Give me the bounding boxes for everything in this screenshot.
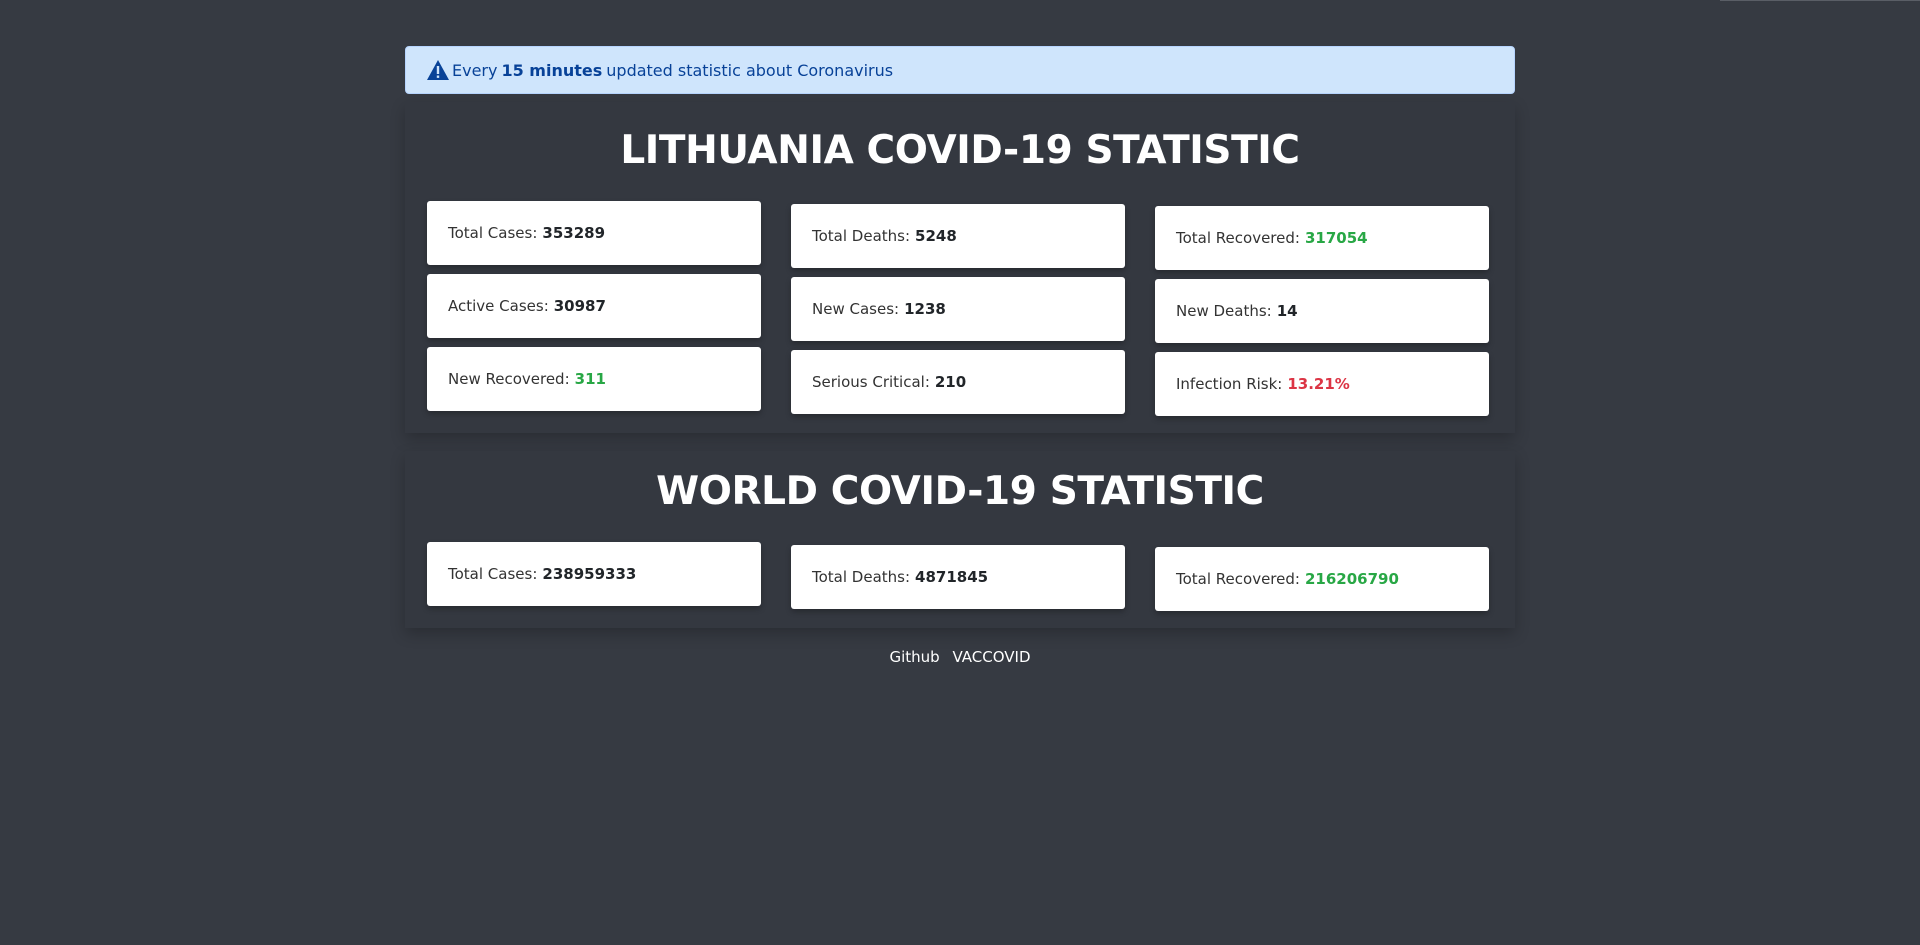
footer: Github VACCOVID <box>405 648 1515 666</box>
warning-triangle-icon <box>426 59 452 81</box>
stat-value: 216206790 <box>1304 570 1399 588</box>
stat-card-total-deaths: Total Deaths: 5248 <box>791 204 1125 268</box>
vaccovid-link[interactable]: VACCOVID <box>952 648 1030 666</box>
stat-label: Serious Critical: <box>812 373 930 391</box>
world-title: WORLD COVID-19 STATISTIC <box>656 469 1264 514</box>
stat-value: 30987 <box>553 297 606 315</box>
stat-value: 353289 <box>542 224 606 242</box>
stat-card-infection-risk: Infection Risk: 13.21% <box>1155 352 1489 416</box>
stat-card-serious-critical: Serious Critical: 210 <box>791 350 1125 414</box>
stat-label: New Recovered: <box>448 370 570 388</box>
lithuania-stats-grid: Total Cases: 353289 Total Deaths: 5248 T… <box>427 201 1493 416</box>
world-stats-grid: Total Cases: 238959333 Total Deaths: 487… <box>427 542 1493 611</box>
stat-label: Total Cases: <box>448 565 538 583</box>
stat-value: 4871845 <box>915 568 989 586</box>
stat-card-total-cases: Total Cases: 353289 <box>427 201 761 265</box>
stat-value: 14 <box>1276 302 1298 320</box>
stat-label: Total Recovered: <box>1176 570 1300 588</box>
alert-interval: 15 minutes <box>501 60 603 80</box>
stat-card-total-recovered: Total Recovered: 317054 <box>1155 206 1489 270</box>
stat-label: Total Deaths: <box>812 227 911 245</box>
stat-label: New Deaths: <box>1176 302 1272 320</box>
stat-value: 210 <box>934 373 967 391</box>
update-alert: Every 15 minutes updated statistic about… <box>405 46 1515 94</box>
stat-label: Total Recovered: <box>1176 229 1300 247</box>
lithuania-panel: LITHUANIA COVID-19 STATISTIC Total Cases… <box>405 102 1515 433</box>
github-link[interactable]: Github <box>889 648 939 666</box>
stat-label: Total Cases: <box>448 224 538 242</box>
world-panel: WORLD COVID-19 STATISTIC Total Cases: 23… <box>405 451 1515 628</box>
stat-card-new-cases: New Cases: 1238 <box>791 277 1125 341</box>
stat-card-new-deaths: New Deaths: 14 <box>1155 279 1489 343</box>
stat-label: New Cases: <box>812 300 900 318</box>
stat-label: Active Cases: <box>448 297 549 315</box>
page-container: Every 15 minutes updated statistic about… <box>405 0 1515 666</box>
stat-label: Total Deaths: <box>812 568 911 586</box>
stat-card-world-total-cases: Total Cases: 238959333 <box>427 542 761 606</box>
stat-value: 13.21% <box>1287 375 1350 393</box>
stat-value: 1238 <box>904 300 946 318</box>
stat-value: 238959333 <box>542 565 637 583</box>
top-right-divider <box>1720 0 1920 1</box>
stat-label: Infection Risk: <box>1176 375 1283 393</box>
stat-card-new-recovered: New Recovered: 311 <box>427 347 761 411</box>
stat-value: 311 <box>574 370 606 388</box>
stat-card-world-total-recovered: Total Recovered: 216206790 <box>1155 547 1489 611</box>
lithuania-title: LITHUANIA COVID-19 STATISTIC <box>620 128 1300 173</box>
stat-value: 317054 <box>1304 229 1368 247</box>
alert-prefix: Every <box>452 60 498 80</box>
stat-value: 5248 <box>915 227 957 245</box>
stat-card-world-total-deaths: Total Deaths: 4871845 <box>791 545 1125 609</box>
stat-card-active-cases: Active Cases: 30987 <box>427 274 761 338</box>
alert-suffix: updated statistic about Coronavirus <box>606 60 894 80</box>
